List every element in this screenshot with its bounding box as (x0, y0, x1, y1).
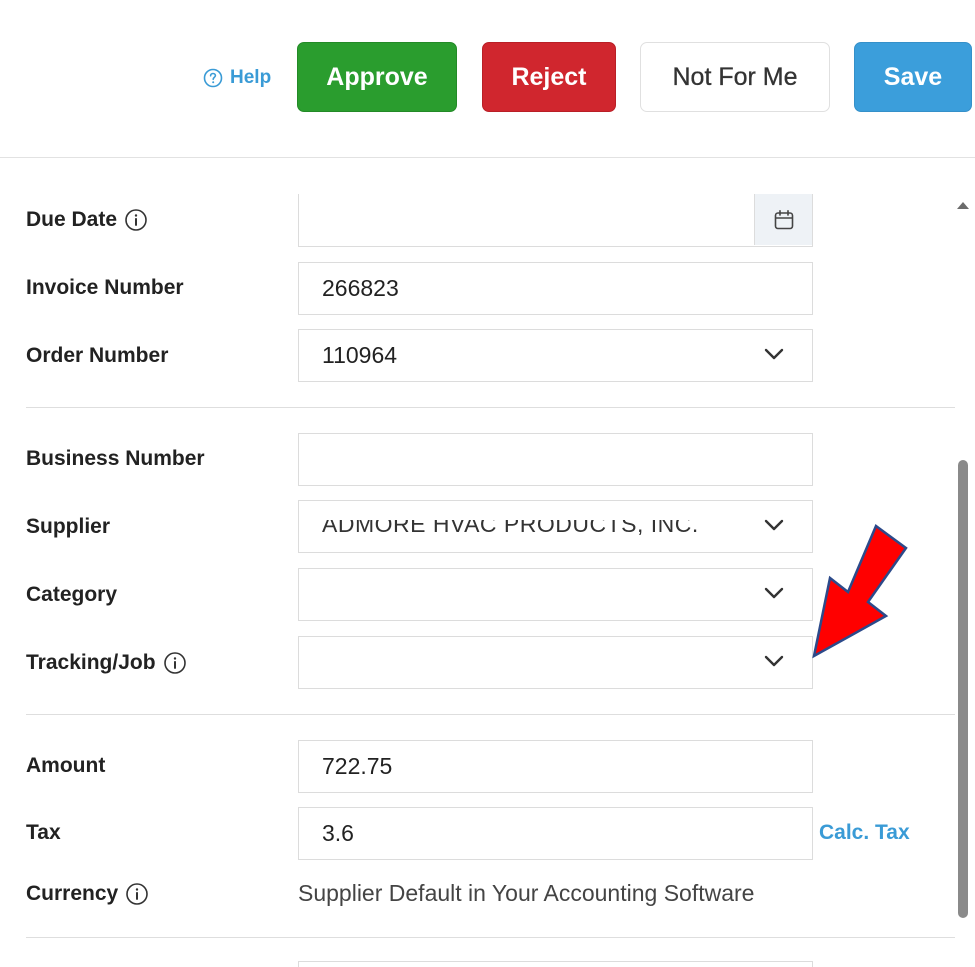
business-number-input[interactable] (298, 433, 813, 486)
invoice-number-label-text: Invoice Number (26, 276, 184, 299)
approve-button[interactable]: Approve (297, 42, 457, 112)
amount-label: Amount (26, 752, 105, 780)
category-label-text: Category (26, 583, 118, 606)
section-divider (26, 407, 955, 408)
tax-input[interactable]: 3.6 (298, 807, 813, 860)
section-divider (26, 937, 955, 938)
save-button[interactable]: Save (854, 42, 972, 112)
due-date-label: Due Date (26, 206, 148, 234)
date-picker-button[interactable] (754, 194, 812, 245)
help-label: Help (230, 67, 272, 88)
invoice-number-value: 266823 (322, 275, 399, 301)
currency-label-text: Currency (26, 882, 119, 905)
amount-label-text: Amount (26, 754, 106, 777)
reject-button[interactable]: Reject (482, 42, 616, 112)
business-number-label-text: Business Number (26, 447, 205, 470)
info-circle-icon[interactable] (163, 651, 187, 675)
amount-input[interactable]: 722.75 (298, 740, 813, 793)
business-number-label: Business Number (26, 445, 205, 473)
info-circle-icon[interactable] (124, 208, 148, 232)
chevron-down-icon (764, 587, 784, 599)
supplier-select[interactable]: ADMORE HVAC PRODUCTS, INC. (298, 500, 813, 553)
chevron-down-icon (764, 655, 784, 667)
amount-value: 722.75 (322, 753, 393, 779)
tracking-job-select[interactable] (298, 636, 813, 689)
scrollbar-thumb[interactable] (958, 460, 968, 918)
next-field-input[interactable] (298, 961, 813, 967)
tracking-job-label-text: Tracking/Job (26, 651, 156, 674)
category-select[interactable] (298, 568, 813, 621)
order-number-select[interactable]: 110964 (298, 329, 813, 382)
section-divider (26, 714, 955, 715)
invoice-number-label: Invoice Number (26, 274, 184, 302)
supplier-value: ADMORE HVAC PRODUCTS, INC. (322, 511, 699, 537)
due-date-input[interactable] (298, 194, 813, 247)
action-toolbar: Help Approve Reject Not For Me Save (0, 0, 975, 158)
not-for-me-button[interactable]: Not For Me (640, 42, 830, 112)
order-number-label-text: Order Number (26, 344, 169, 367)
red-arrow-icon (812, 524, 908, 659)
currency-value: Supplier Default in Your Accounting Soft… (298, 880, 755, 906)
tracking-job-label: Tracking/Job (26, 649, 187, 677)
supplier-label-text: Supplier (26, 515, 111, 538)
scroll-up-arrow-icon[interactable] (957, 202, 969, 209)
currency-label: Currency (26, 880, 149, 908)
help-link[interactable]: Help (203, 67, 271, 89)
order-number-label: Order Number (26, 342, 168, 370)
calendar-icon (774, 209, 793, 229)
tax-value: 3.6 (322, 820, 354, 846)
order-number-value: 110964 (322, 342, 398, 368)
question-circle-icon (203, 68, 223, 88)
supplier-label: Supplier (26, 513, 110, 541)
calc-tax-link[interactable]: Calc. Tax (819, 821, 910, 845)
due-date-label-text: Due Date (26, 208, 118, 231)
info-circle-icon[interactable] (125, 882, 149, 906)
tax-label-text: Tax (26, 821, 61, 844)
category-label: Category (26, 581, 117, 609)
tax-label: Tax (26, 819, 61, 847)
invoice-number-input[interactable]: 266823 (298, 262, 813, 315)
chevron-down-icon (764, 348, 784, 360)
chevron-down-icon (764, 519, 784, 531)
